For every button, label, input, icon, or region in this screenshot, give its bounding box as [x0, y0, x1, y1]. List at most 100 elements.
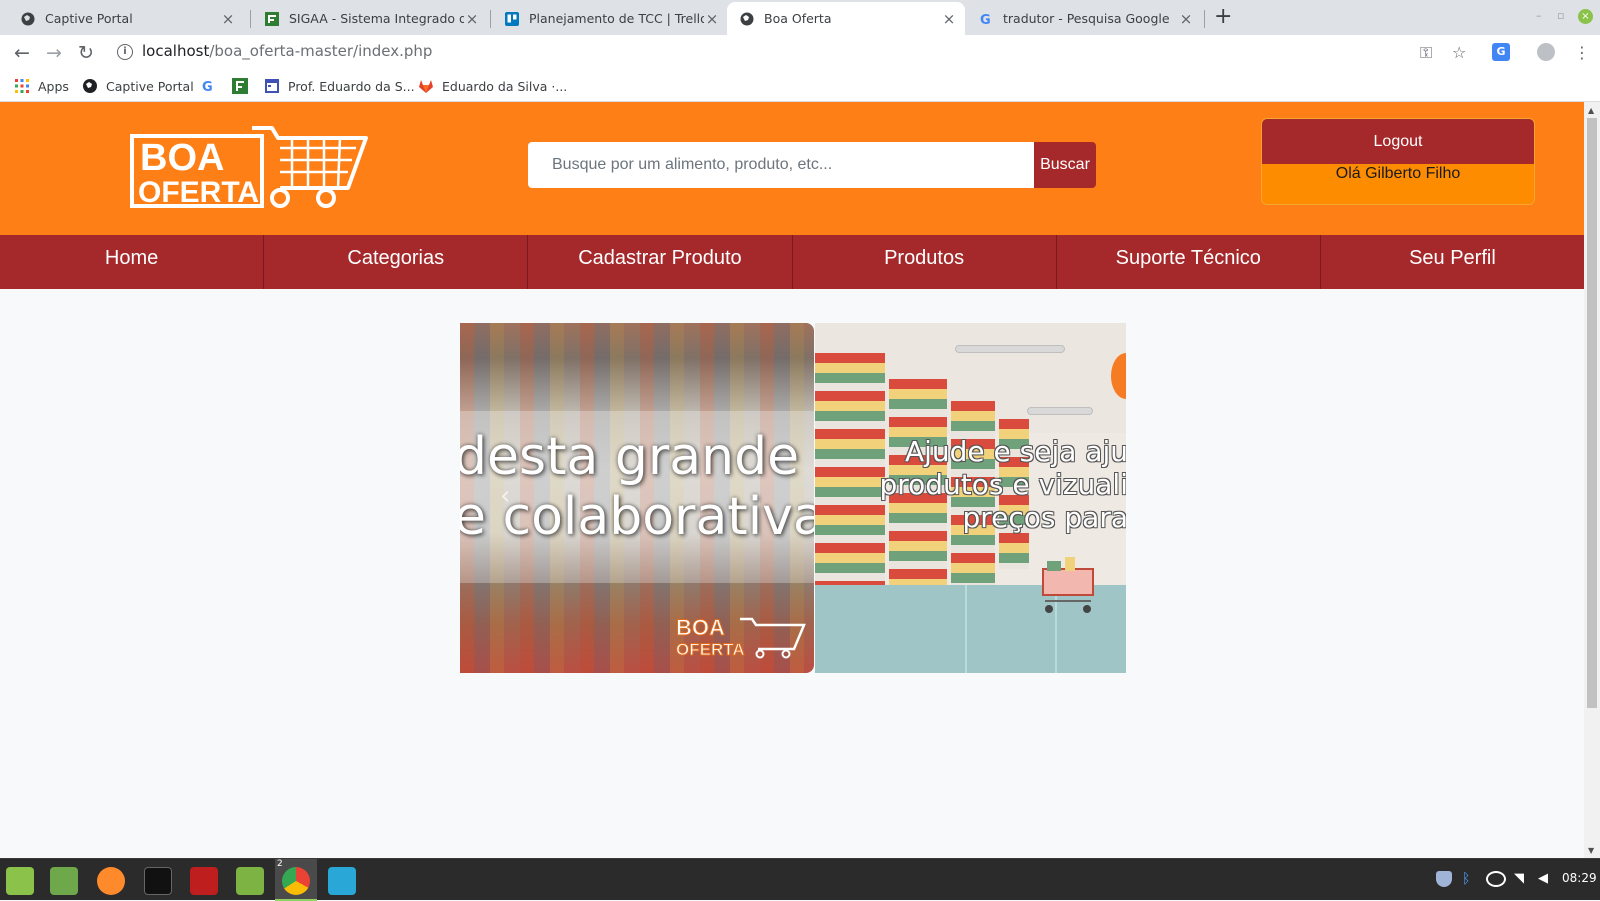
reload-icon[interactable]: ↻	[74, 41, 98, 65]
close-icon[interactable]: ×	[1178, 11, 1194, 27]
svg-text:G: G	[980, 13, 991, 26]
carousel-slide-store: desta grande e colaborativa ‹ BOA OFERTA	[460, 323, 814, 673]
ceiling-light	[955, 345, 1065, 353]
bookmark-captive-portal[interactable]: Captive Portal	[82, 76, 194, 96]
main-navigation: Home Categorias Cadastrar Produto Produt…	[0, 235, 1584, 289]
firefox-icon[interactable]	[97, 867, 125, 895]
bookmark-sigaa[interactable]	[232, 76, 256, 96]
tab-separator	[490, 10, 491, 28]
tab-title: Captive Portal	[45, 11, 133, 26]
google-icon: G	[978, 11, 994, 27]
gitlab-icon	[419, 80, 433, 93]
window-count-badge: 2	[277, 859, 283, 869]
star-icon[interactable]: ☆	[1452, 43, 1466, 62]
calendar-icon	[265, 79, 279, 93]
svg-text:OFERTA: OFERTA	[138, 176, 259, 209]
boa-oferta-logo[interactable]: BOA OFERTA	[130, 124, 370, 212]
close-icon[interactable]: ×	[941, 11, 957, 27]
bookmark-label: Prof. Eduardo da S...	[288, 78, 415, 94]
nav-cadastrar-produto[interactable]: Cadastrar Produto	[528, 235, 793, 289]
scrollbar-thumb[interactable]	[1587, 118, 1597, 708]
maximize-icon[interactable]: ▫	[1557, 9, 1564, 22]
close-icon[interactable]: ×	[704, 11, 720, 27]
clock: 08:29	[1562, 871, 1597, 885]
tab-separator	[250, 10, 251, 28]
svg-text:BOA: BOA	[676, 615, 725, 640]
bookmark-label: Eduardo da Silva ·...	[442, 78, 568, 94]
boa-oferta-logo-small: BOA OFERTA	[676, 615, 806, 659]
bookmark-apps[interactable]: Apps	[14, 76, 69, 96]
logout-button[interactable]: Logout	[1262, 119, 1534, 164]
shield-icon[interactable]	[1436, 871, 1452, 887]
terminal-icon[interactable]	[144, 867, 172, 895]
wifi-icon[interactable]: ◥	[1514, 871, 1530, 887]
translate-icon[interactable]: G	[1492, 43, 1510, 61]
browser-toolbar: ← → ↻ i localhost/boa_oferta-master/inde…	[0, 35, 1600, 71]
svg-text:BOA: BOA	[140, 137, 224, 179]
scroll-down-icon[interactable]: ▼	[1588, 846, 1594, 855]
user-greeting: Olá Gilberto Filho	[1335, 165, 1461, 182]
carousel-slide-supermarket: Ajude e seja aju produtos e vizuali preç…	[815, 323, 1126, 673]
shopping-cart-illustration	[1042, 557, 1094, 613]
files-icon[interactable]	[236, 867, 264, 895]
tab-sigaa[interactable]: SIGAA - Sistema Integrado de G ×	[252, 2, 488, 35]
window-close-icon[interactable]: ×	[1578, 9, 1593, 24]
bookmark-label: Captive Portal	[106, 78, 194, 94]
volume-icon[interactable]: ◀	[1538, 871, 1554, 887]
bookmarks-bar: Apps Captive Portal G Prof. Eduardo da S…	[0, 71, 1600, 102]
chrome-icon	[282, 867, 310, 895]
tab-title: Planejamento de TCC | Trello	[529, 11, 704, 26]
scroll-up-icon[interactable]: ▲	[1588, 106, 1594, 115]
nav-suporte-tecnico[interactable]: Suporte Técnico	[1057, 235, 1321, 289]
tab-title: tradutor - Pesquisa Google	[1003, 11, 1170, 26]
system-monitor-icon[interactable]	[328, 867, 356, 895]
info-icon[interactable]: i	[117, 44, 133, 60]
bookmark-google[interactable]: G	[200, 76, 224, 96]
new-tab-icon[interactable]: +	[1214, 6, 1232, 28]
nav-home[interactable]: Home	[0, 235, 265, 289]
visibility-icon[interactable]	[1486, 871, 1506, 887]
slide-text-line1: Ajude e seja aju	[904, 435, 1126, 468]
close-icon[interactable]: ×	[220, 11, 236, 27]
chrome-taskbar-item[interactable]: 2	[275, 859, 317, 901]
forward-arrow-icon[interactable]: →	[42, 41, 66, 65]
sigaa-icon	[232, 78, 248, 94]
profile-icon[interactable]	[1537, 43, 1555, 61]
filezilla-icon[interactable]	[190, 867, 218, 895]
key-icon[interactable]: ⚿	[1420, 43, 1432, 63]
ceiling-light	[1027, 407, 1093, 415]
page-scrollbar[interactable]: ▲ ▼	[1584, 102, 1600, 858]
web-page: BOA OFERTA Buscar Logout Olá Gilberto Fi…	[0, 102, 1584, 858]
tab-trello[interactable]: Planejamento de TCC | Trello ×	[492, 2, 728, 35]
os-taskbar: 2 ᛒ ◥ ◀ 08:29	[0, 858, 1600, 901]
carousel-prev-icon[interactable]: ‹	[500, 481, 510, 511]
search-button[interactable]: Buscar	[1034, 142, 1096, 188]
close-icon[interactable]: ×	[464, 11, 480, 27]
tab-title: SIGAA - Sistema Integrado de G	[289, 11, 464, 26]
nav-produtos[interactable]: Produtos	[793, 235, 1057, 289]
mint-menu-icon[interactable]	[6, 867, 34, 895]
tab-boa-oferta[interactable]: Boa Oferta ×	[727, 2, 965, 35]
slide-headline-line1: desta grande	[460, 427, 800, 487]
trello-icon	[504, 11, 520, 27]
nav-seu-perfil[interactable]: Seu Perfil	[1321, 235, 1584, 289]
globe-icon	[20, 11, 36, 27]
search-input[interactable]	[528, 142, 1035, 188]
nav-categorias[interactable]: Categorias	[264, 235, 529, 289]
bluetooth-icon[interactable]: ᛒ	[1462, 871, 1478, 887]
minimize-icon[interactable]: –	[1536, 9, 1542, 22]
tab-captive-portal[interactable]: Captive Portal ×	[8, 2, 244, 35]
slide-text-line3: preços para	[962, 501, 1126, 534]
globe-icon	[83, 79, 97, 93]
address-bar[interactable]: localhost/boa_oferta-master/index.php	[142, 42, 432, 60]
tab-google-search[interactable]: G tradutor - Pesquisa Google ×	[966, 2, 1202, 35]
svg-text:OFERTA: OFERTA	[676, 640, 745, 659]
menu-dots-icon[interactable]: ⋮	[1574, 43, 1590, 62]
apps-grid-icon	[15, 79, 29, 93]
user-panel: Logout Olá Gilberto Filho	[1261, 118, 1535, 205]
bookmark-prof-eduardo[interactable]: Prof. Eduardo da S...	[264, 76, 415, 96]
url-path: /boa_oferta-master/index.php	[209, 42, 433, 60]
back-arrow-icon[interactable]: ←	[10, 41, 34, 65]
bookmark-eduardo-gitlab[interactable]: Eduardo da Silva ·...	[418, 76, 567, 96]
show-desktop-icon[interactable]	[50, 867, 78, 895]
